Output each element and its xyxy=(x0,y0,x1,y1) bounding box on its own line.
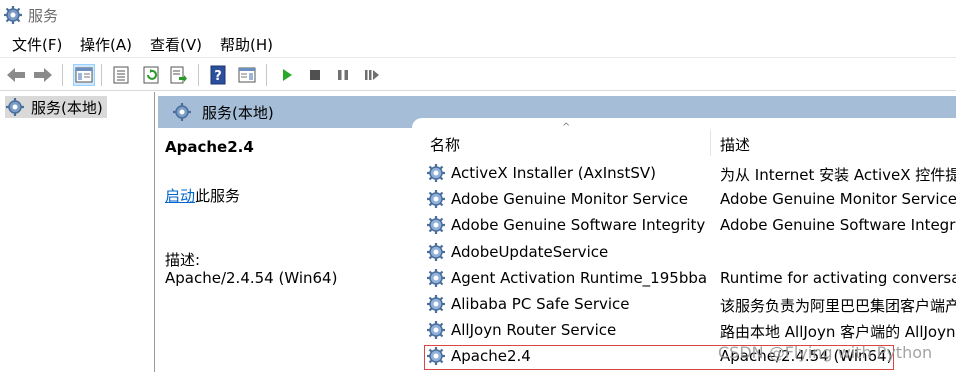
service-description: 该服务负责为阿里巴巴集团客户端产 xyxy=(720,297,956,315)
menu-file[interactable]: 文件(F) xyxy=(12,34,62,55)
list-icon xyxy=(113,66,129,84)
service-gear-icon xyxy=(426,294,446,314)
service-name: AllJoyn Router Service xyxy=(451,321,617,340)
toolbar-separator xyxy=(101,64,102,86)
title-bar: 服务 xyxy=(0,0,956,30)
menu-help[interactable]: 帮助(H) xyxy=(220,34,273,55)
start-link-suffix: 此服务 xyxy=(195,187,241,205)
show-tree-button[interactable] xyxy=(73,64,95,86)
service-gear-icon xyxy=(426,320,446,340)
back-button[interactable] xyxy=(5,64,27,86)
window-title: 服务 xyxy=(28,7,59,25)
menu-view[interactable]: 查看(V) xyxy=(150,34,202,55)
service-description: Runtime for activating conversation xyxy=(720,268,956,287)
detail-service-name: Apache2.4 xyxy=(165,138,254,156)
console-tree: 服务(本地) xyxy=(0,92,155,372)
sort-ascending-icon: ^ xyxy=(562,122,571,133)
services-list: ^ 名称 描述 ActiveX Installer (AxInstSV) 为从 I… xyxy=(412,118,956,372)
tree-node-label: 服务(本地) xyxy=(31,98,103,117)
forward-button[interactable] xyxy=(32,64,54,86)
service-description: Adobe Genuine Monitor Service xyxy=(720,190,956,209)
help-book-icon: ? xyxy=(210,65,226,85)
description-value: Apache/2.4.54 (Win64) xyxy=(165,269,338,287)
service-name: Alibaba PC Safe Service xyxy=(451,295,630,313)
service-gear-icon xyxy=(426,268,446,288)
stop-service-button[interactable] xyxy=(304,64,326,86)
back-arrow-icon xyxy=(7,68,25,82)
pane-title: 服务(本地) xyxy=(202,104,274,122)
forward-arrow-icon xyxy=(34,68,52,82)
service-name: AdobeUpdateService xyxy=(451,242,609,261)
refresh-icon xyxy=(143,66,159,84)
export-icon xyxy=(170,66,187,84)
service-row[interactable]: Adobe Genuine Software Integrity S... Ado… xyxy=(426,212,956,238)
service-gear-icon xyxy=(426,215,446,235)
pause-icon xyxy=(338,70,348,80)
action-pane-icon xyxy=(238,67,256,83)
play-icon xyxy=(283,69,292,81)
properties-list-button[interactable] xyxy=(110,64,132,86)
menu-bar: 文件(F) 操作(A) 查看(V) 帮助(H) xyxy=(0,30,956,56)
refresh-button[interactable] xyxy=(140,64,162,86)
tree-node-services-local[interactable]: 服务(本地) xyxy=(5,96,107,118)
console-tree-icon xyxy=(75,67,93,83)
start-service-link[interactable]: 启动 xyxy=(165,187,195,205)
toolbar-separator xyxy=(62,64,63,86)
column-divider[interactable] xyxy=(710,130,711,156)
service-gear-icon xyxy=(426,163,446,183)
stop-icon xyxy=(310,70,320,80)
service-row[interactable]: Alibaba PC Safe Service 该服务负责为阿里巴巴集团客户端产 xyxy=(426,291,956,317)
toolbar-separator xyxy=(266,64,267,86)
service-gear-icon xyxy=(426,189,446,209)
column-header-name[interactable]: 名称 xyxy=(430,134,460,155)
show-action-pane-button[interactable] xyxy=(236,64,258,86)
services-gear-icon xyxy=(173,103,191,121)
detail-action: 启动此服务 xyxy=(165,185,240,206)
column-header-description[interactable]: 描述 xyxy=(720,134,750,155)
resume-icon xyxy=(365,70,379,80)
menu-action[interactable]: 操作(A) xyxy=(80,34,132,55)
services-gear-icon xyxy=(4,6,22,24)
service-row[interactable]: Agent Activation Runtime_195bba Runtime f… xyxy=(426,265,956,291)
restart-service-button[interactable] xyxy=(361,64,383,86)
services-gear-icon xyxy=(6,98,24,116)
toolbar: ? xyxy=(0,57,956,91)
start-service-button[interactable] xyxy=(276,64,298,86)
service-row[interactable]: ActiveX Installer (AxInstSV) 为从 Internet … xyxy=(426,160,956,186)
toolbar-separator xyxy=(198,64,199,86)
service-name: Adobe Genuine Monitor Service xyxy=(451,190,688,209)
service-name: ActiveX Installer (AxInstSV) xyxy=(451,164,657,182)
service-row[interactable]: Adobe Genuine Monitor Service Adobe Genui… xyxy=(426,186,956,212)
service-row[interactable]: AllJoyn Router Service 路由本地 AllJoyn 客户端的 … xyxy=(426,317,956,343)
service-name: Agent Activation Runtime_195bba xyxy=(451,268,708,287)
help-button[interactable]: ? xyxy=(207,64,229,86)
service-description: Adobe Genuine Software Integrity xyxy=(720,216,956,235)
svg-text:?: ? xyxy=(214,69,222,84)
watermark: CSDN @Flying with Python xyxy=(718,343,933,362)
service-description: 为从 Internet 安装 ActiveX 控件提供 xyxy=(720,166,956,184)
export-list-button[interactable] xyxy=(168,64,190,86)
service-name: Adobe Genuine Software Integrity S... xyxy=(451,216,709,235)
service-description: 路由本地 AllJoyn 客户端的 AllJoyn 消 xyxy=(720,323,956,342)
service-gear-icon xyxy=(426,242,446,262)
description-label: 描述: xyxy=(165,251,201,269)
pause-service-button[interactable] xyxy=(332,64,354,86)
service-row[interactable]: AdobeUpdateService xyxy=(426,239,956,265)
